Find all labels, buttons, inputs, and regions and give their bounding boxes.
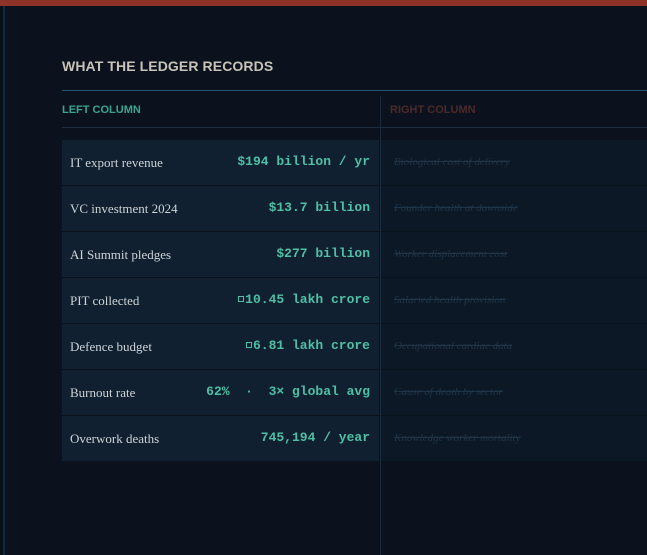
ledger-row-burnout-rate: Burnout rate 62% · 3× global avg	[62, 370, 379, 416]
ledger-row-overwork-deaths: Overwork deaths 745,194 / year	[62, 416, 379, 462]
row-label: IT export revenue	[70, 155, 163, 170]
row-value: $277 billion	[276, 246, 370, 261]
redacted-entry: Salaried health provision	[394, 294, 506, 306]
redacted-entry: Biological cost of delivery	[394, 156, 510, 168]
ledger-row-defence-budget: Defence budget 6.81 lakh crore	[62, 324, 379, 370]
row-value: $13.7 billion	[268, 200, 370, 215]
redacted-row: Cause of death by sector	[381, 370, 647, 416]
redacted-entry: Founder health at downside	[394, 202, 518, 214]
row-value: $194 billion / yr	[237, 154, 370, 169]
rupee-glyph-icon	[245, 342, 252, 348]
row-label: PIT collected	[70, 293, 140, 308]
right-column-rows: Biological cost of delivery Founder heal…	[381, 140, 647, 462]
ledger-row-pit-collected: PIT collected 10.45 lakh crore	[62, 278, 379, 324]
row-value: 745,194 / year	[260, 430, 370, 445]
redacted-row: Biological cost of delivery	[381, 140, 647, 186]
redacted-row: Salaried health provision	[381, 278, 647, 324]
redacted-entry: Occupational cardiac data	[394, 340, 513, 352]
redacted-entry: Cause of death by sector	[394, 386, 503, 398]
redacted-row: Knowledge worker mortality	[381, 416, 647, 462]
row-value: 6.81 lakh crore	[245, 324, 370, 369]
redacted-entry: Knowledge worker mortality	[394, 432, 521, 444]
right-column-header: RIGHT COLUMN	[390, 104, 476, 116]
row-value: 62% · 3× global avg	[206, 384, 370, 399]
row-label: VC investment 2024	[70, 201, 178, 216]
title-divider	[62, 90, 647, 91]
row-label: Defence budget	[70, 339, 152, 354]
left-column-rows: IT export revenue $194 billion / yr VC i…	[62, 140, 379, 462]
header-divider	[62, 127, 647, 128]
ledger-row-it-export: IT export revenue $194 billion / yr	[62, 140, 379, 186]
redacted-row: Worker displacement cost	[381, 232, 647, 278]
ledger-row-vc-investment: VC investment 2024 $13.7 billion	[62, 186, 379, 232]
section-title: WHAT THE LEDGER RECORDS	[62, 58, 274, 74]
row-value: 10.45 lakh crore	[238, 278, 370, 323]
row-label: Overwork deaths	[70, 431, 160, 446]
rupee-glyph-icon	[238, 296, 245, 302]
left-column-header: LEFT COLUMN	[62, 104, 141, 116]
row-label: Burnout rate	[70, 385, 136, 400]
redacted-row: Founder health at downside	[381, 186, 647, 232]
row-label: AI Summit pledges	[70, 247, 172, 262]
redacted-entry: Worker displacement cost	[394, 248, 508, 260]
ledger-row-ai-summit: AI Summit pledges $277 billion	[62, 232, 379, 278]
redacted-row: Occupational cardiac data	[381, 324, 647, 370]
